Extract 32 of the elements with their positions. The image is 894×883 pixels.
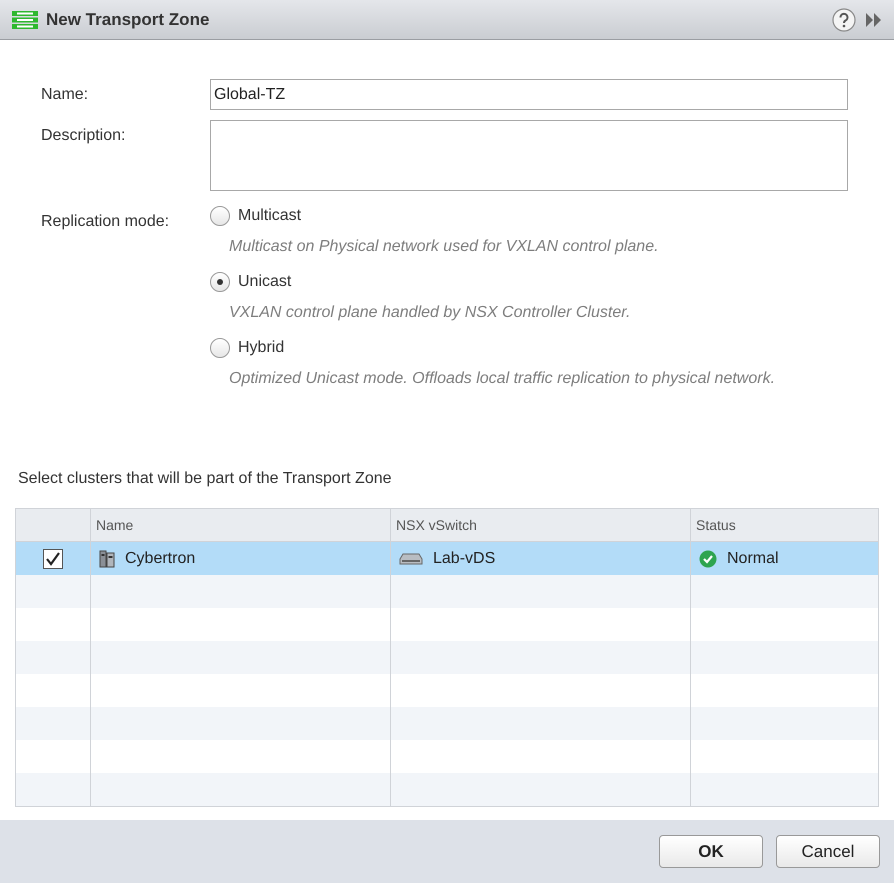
radio-button[interactable] [210,206,230,226]
column-header[interactable]: Status [691,509,878,541]
option-description: Optimized Unicast mode. Offloads local traffic replication to physical network. [228,369,776,389]
name-field[interactable]: Global-TZ [210,79,848,110]
check-circle-icon [699,550,717,568]
radio-button[interactable] [210,338,230,358]
option-description: Multicast on Physical network used for VXLAN control plane. [228,237,660,257]
window-title: New Transport Zone [46,8,210,31]
table-cell-text: Normal [727,548,779,568]
radio-button[interactable] [210,272,230,292]
radio-label[interactable]: Unicast [238,270,292,294]
expand-icon[interactable] [866,12,882,26]
table-cell-text: Cybertron [125,548,196,568]
field-label: Name: [41,85,90,105]
checkbox[interactable] [43,548,63,568]
server-icon [99,550,115,568]
column-header[interactable]: Name [91,509,391,541]
help-icon[interactable] [832,8,856,32]
table-cell-text: Lab-vDS [433,548,496,568]
column-header[interactable]: NSX vSwitch [391,509,691,541]
dialog-button[interactable]: Cancel [776,835,880,868]
option-description: VXLAN control plane handled by NSX Controller Cluster. [228,303,632,323]
radio-label[interactable]: Multicast [238,204,302,228]
radio-label[interactable]: Hybrid [238,336,284,360]
field-label: Replication mode: [41,212,170,232]
list-icon [12,10,38,28]
description-field[interactable] [210,120,848,191]
switch-icon [399,552,423,564]
dialog-button[interactable]: OK [659,835,763,868]
section-caption: Select clusters that will be part of the Transport Zone [18,469,393,489]
table-row[interactable]: Cybertron Lab-vDS Normal [16,542,878,575]
field-label: Description: [41,126,126,146]
